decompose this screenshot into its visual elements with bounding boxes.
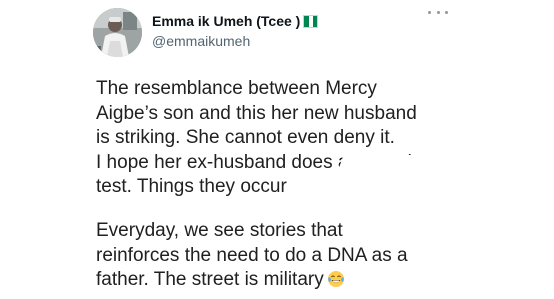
more-dot: [445, 10, 448, 14]
more-options-icon[interactable]: [428, 6, 448, 18]
tweet-text-line: is striking. She cannot even deny it.: [96, 127, 395, 148]
avatar[interactable]: [93, 8, 142, 57]
author-handle[interactable]: @emmaikumeh: [152, 33, 318, 49]
nigeria-flag-icon: [303, 14, 319, 28]
tears-of-joy-emoji-icon: [327, 271, 344, 287]
more-dot: [436, 10, 440, 14]
tweet-text-line: reinforces the need to do a DNA as a: [96, 244, 408, 266]
image-artifact: [336, 155, 434, 175]
author-name-row: Emma ik Umeh (Tcee ): [152, 12, 319, 30]
tweet-text-line: I hope her ex-husband does a paternit: [96, 151, 418, 173]
image-artifact: [302, 181, 422, 205]
more-dot: [428, 10, 431, 14]
flag-stripe-right: [313, 15, 318, 27]
tweet-text-line: The resemblance between Mercy: [96, 78, 377, 99]
tweet-text-line-last: father. The street is military: [96, 268, 536, 293]
avatar-photo: [93, 8, 142, 57]
tweet-header: Emma ik Umeh (Tcee ) @emmaikumeh: [152, 12, 319, 49]
tweet-text: father. The street is military: [96, 269, 324, 290]
tweet-text-line: Aigbe’s son and this her new husband: [96, 102, 417, 124]
tweet-card[interactable]: Emma ik Umeh (Tcee ) @emmaikumeh The res…: [0, 0, 554, 299]
author-display-name[interactable]: Emma ik Umeh (Tcee ): [152, 13, 300, 29]
